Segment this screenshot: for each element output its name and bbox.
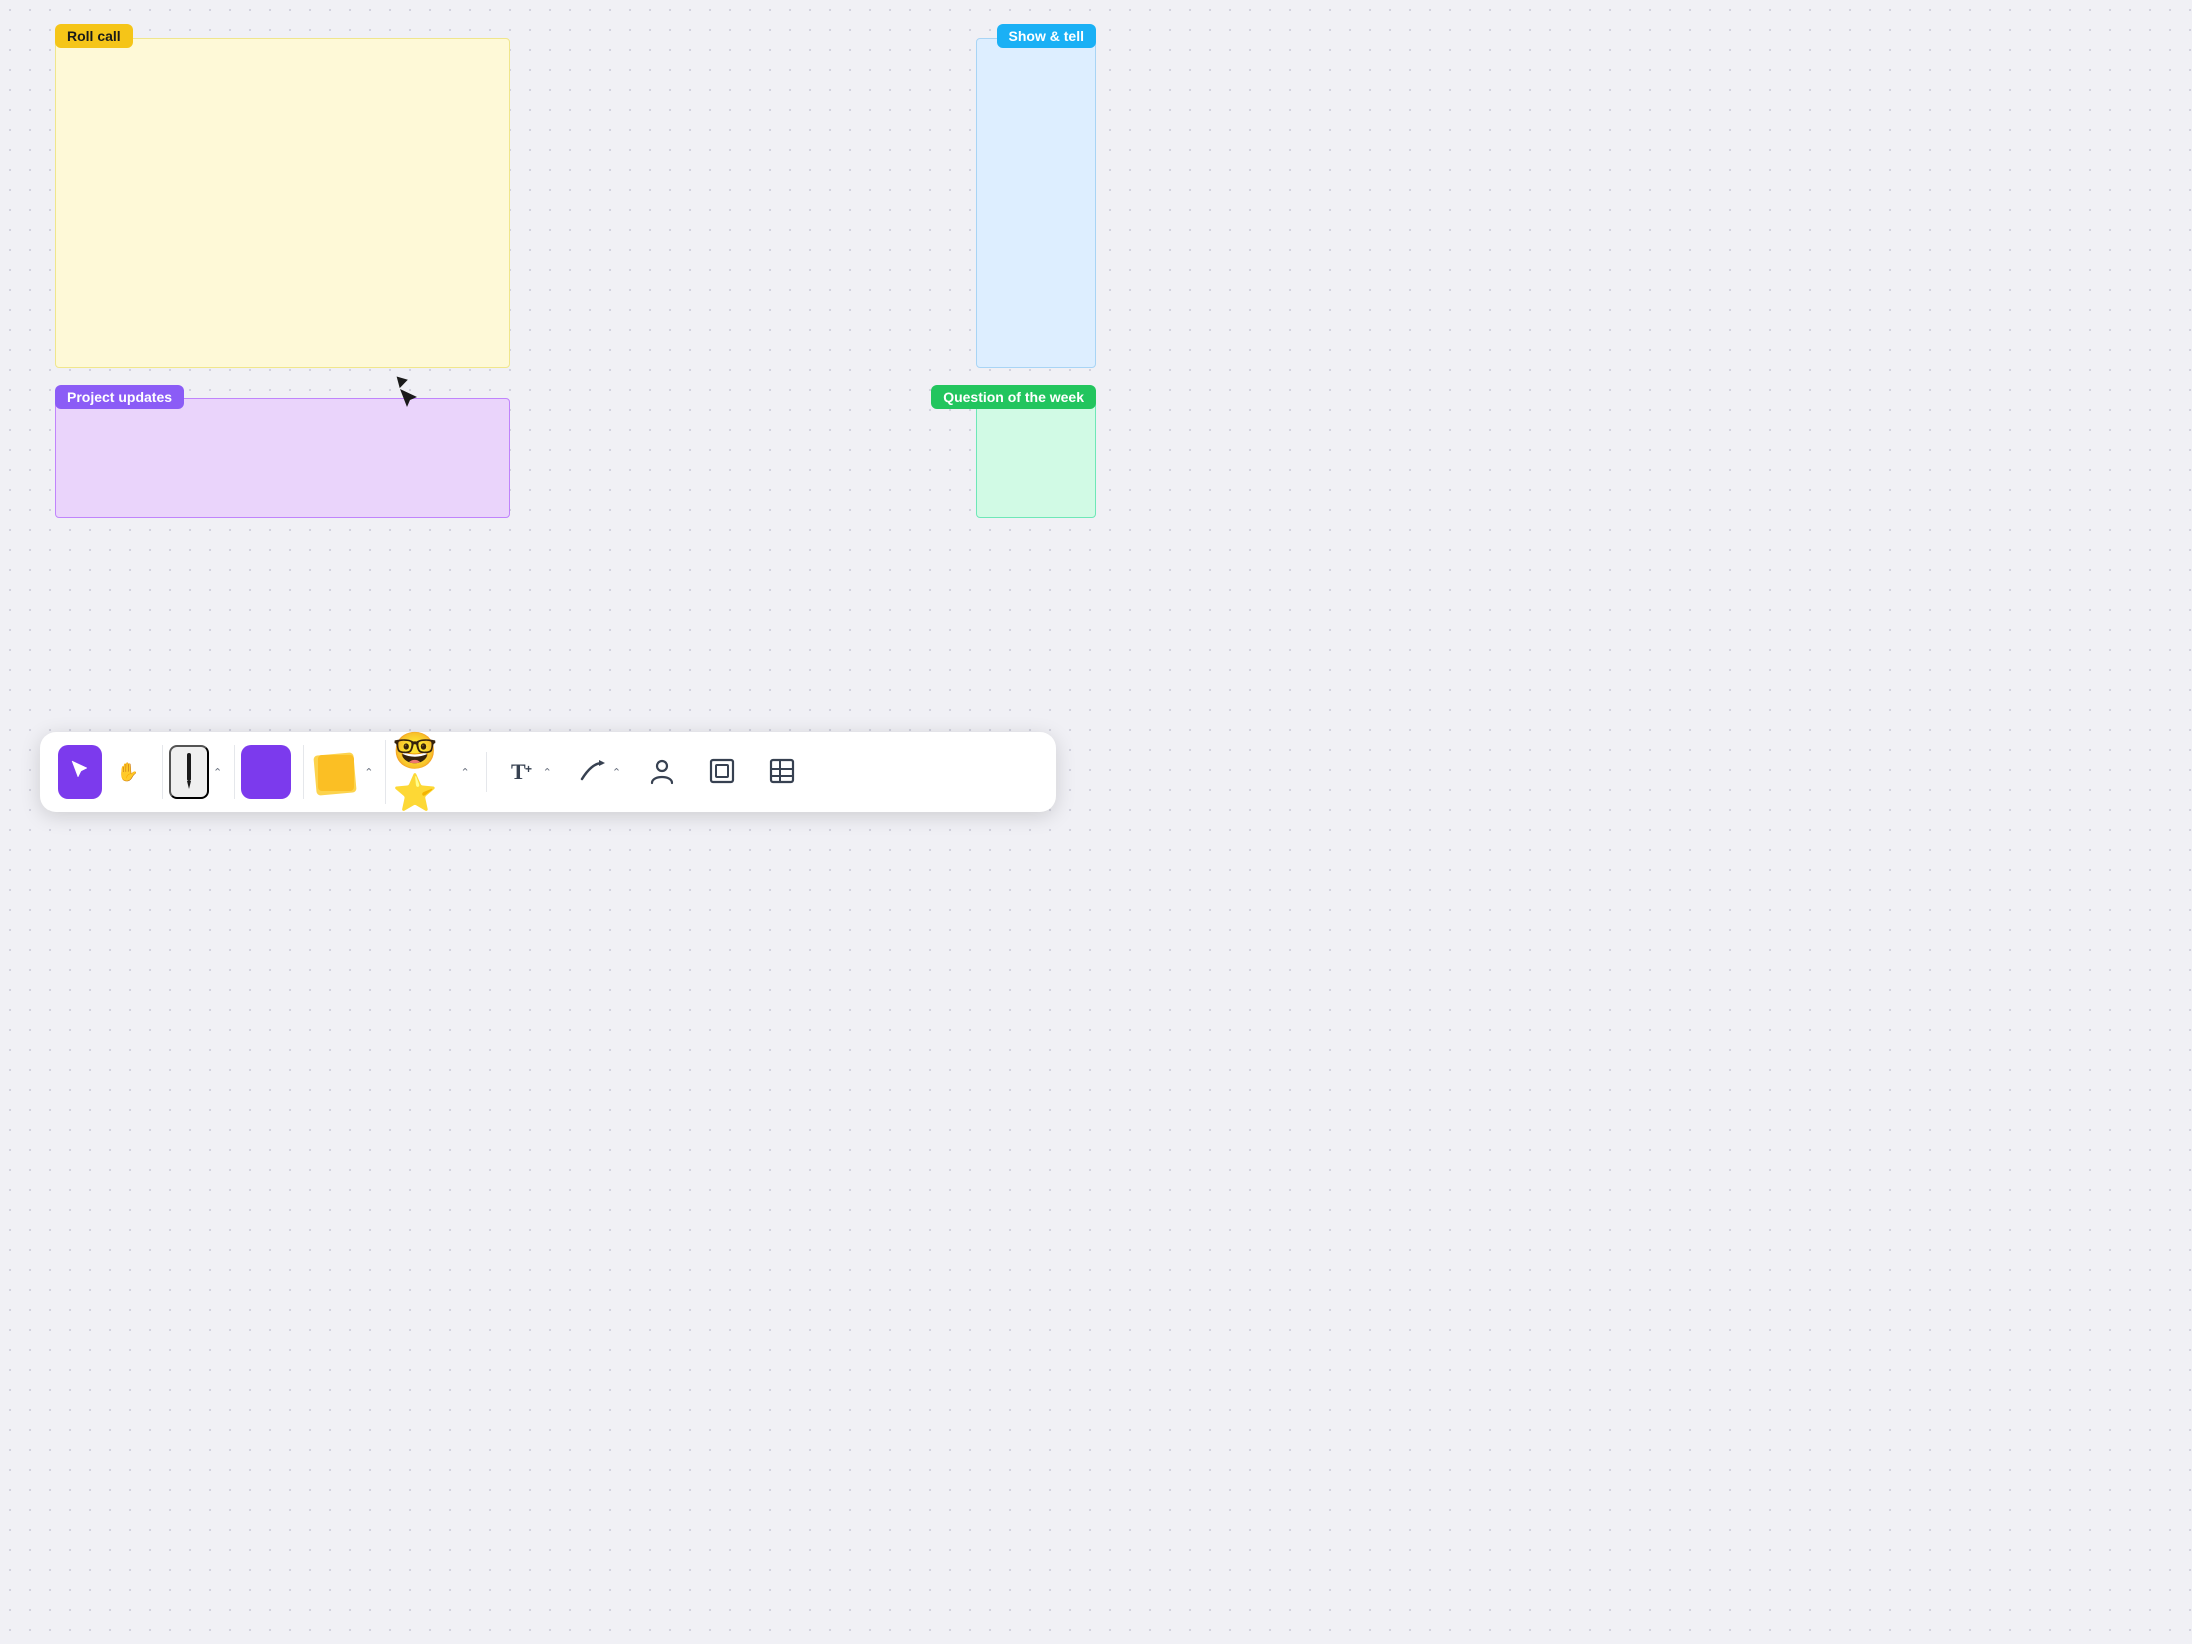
color-swatch-purple[interactable] — [241, 745, 291, 799]
character-emoji: 🤓⭐ — [392, 730, 456, 814]
hand-icon: ✋ — [117, 763, 139, 781]
show-tell-label[interactable]: Show & tell — [997, 24, 1096, 48]
color-section — [234, 745, 297, 799]
project-updates-label[interactable]: Project updates — [55, 385, 184, 409]
svg-text:T: T — [511, 759, 526, 784]
table-tool-button[interactable] — [755, 745, 809, 799]
character-sticker-button[interactable]: 🤓⭐ — [392, 740, 456, 804]
sticky-chevron[interactable]: ⌃ — [364, 766, 373, 779]
text-tool-group[interactable]: T + ⌃ — [497, 745, 560, 799]
pen-icon — [178, 751, 200, 794]
pen-button[interactable] — [169, 745, 209, 799]
text-chevron[interactable]: ⌃ — [543, 763, 552, 781]
connector-icon — [578, 757, 606, 788]
sticky-note-button[interactable] — [310, 745, 360, 799]
pen-chevron[interactable]: ⌃ — [213, 766, 222, 779]
connector-tool-button[interactable] — [574, 745, 610, 799]
question-week-card[interactable] — [976, 398, 1096, 518]
character-sticker-section: 🤓⭐ ⌃ — [385, 740, 475, 804]
toolbar: ✋ ⌃ ⌃ — [40, 732, 1056, 812]
question-week-label[interactable]: Question of the week — [931, 385, 1096, 409]
text-icon: T + — [509, 757, 537, 788]
show-tell-card[interactable] — [976, 38, 1096, 368]
toolbar-separator — [486, 752, 487, 792]
svg-text:+: + — [525, 762, 532, 776]
right-tools: T + ⌃ — [497, 745, 809, 799]
sticky-notes-section: ⌃ — [303, 745, 379, 799]
roll-call-label[interactable]: Roll call — [55, 24, 133, 48]
hand-tool-button[interactable]: ✋ — [106, 745, 150, 799]
cursor-tool-button[interactable] — [58, 745, 102, 799]
connector-chevron[interactable]: ⌃ — [612, 763, 621, 781]
frame-icon — [708, 757, 736, 788]
stamp-tool-button[interactable] — [635, 745, 689, 799]
roll-call-card[interactable] — [55, 38, 510, 368]
project-updates-card[interactable] — [55, 398, 510, 518]
table-icon — [768, 757, 796, 788]
sticker-chevron[interactable]: ⌃ — [460, 766, 469, 779]
stamp-icon — [648, 757, 676, 788]
selection-tools: ✋ — [52, 745, 156, 799]
cursor-icon — [71, 760, 89, 784]
canvas: Roll call Show & tell Project updates Qu… — [0, 0, 1096, 822]
connector-tool-group[interactable]: ⌃ — [566, 745, 629, 799]
text-tool-button[interactable]: T + — [505, 745, 541, 799]
frame-tool-button[interactable] — [695, 745, 749, 799]
pen-tools: ⌃ — [162, 745, 228, 799]
